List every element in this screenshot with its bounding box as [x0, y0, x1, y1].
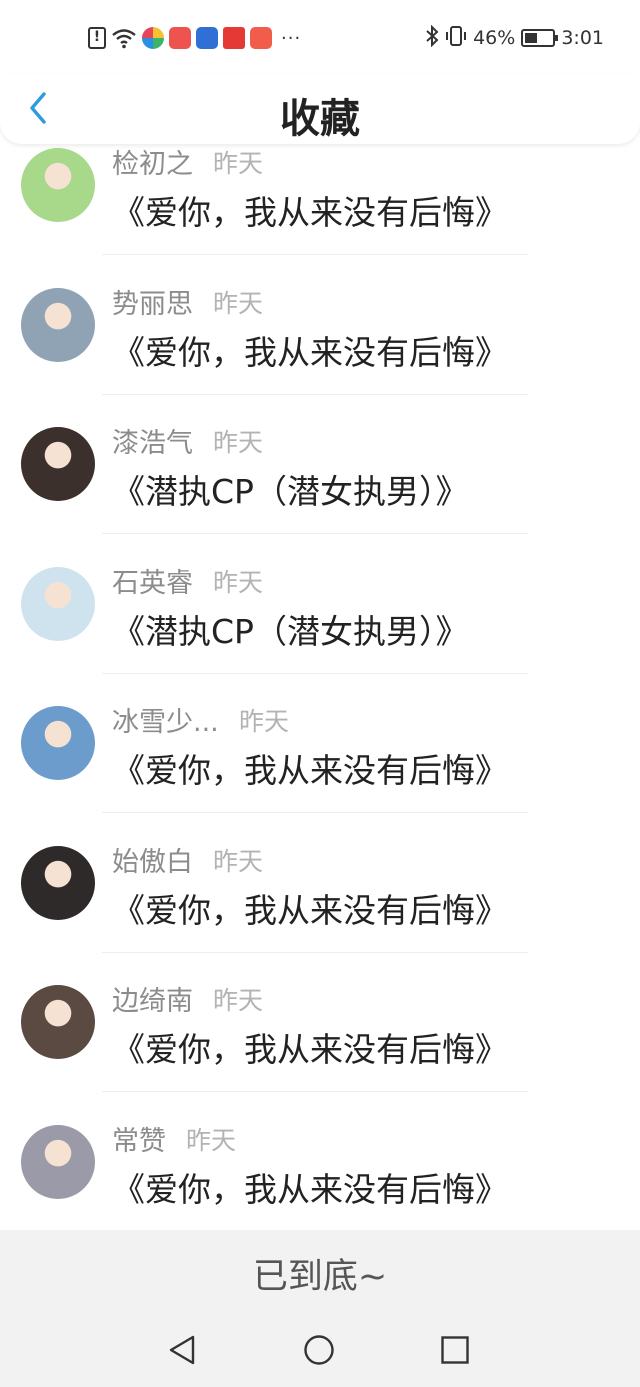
avatar	[21, 148, 95, 222]
list-divider	[102, 394, 528, 395]
item-author-name: 石英睿	[112, 568, 193, 599]
page-title: 收藏	[280, 96, 360, 142]
item-author-name: 冰雪少...	[112, 707, 219, 738]
list-item[interactable]: 冰雪少... 昨天 《爱你，我从来没有后悔》	[0, 682, 640, 821]
end-of-list-text: 已到底~	[252, 1256, 388, 1297]
list-divider	[102, 673, 528, 674]
app-icon-3	[196, 27, 218, 49]
item-title: 《爱你，我从来没有后悔》	[112, 193, 508, 232]
bluetooth-icon	[425, 24, 439, 52]
status-right-icons: 46% 3:01	[425, 24, 604, 52]
item-author-name: 势丽思	[112, 289, 193, 320]
app-icon-5	[250, 27, 272, 49]
item-time: 昨天	[213, 289, 264, 318]
item-time: 昨天	[213, 986, 264, 1015]
item-title: 《爱你，我从来没有后悔》	[112, 1170, 508, 1209]
list-item[interactable]: 漆浩气 昨天 《潜执CP（潜女执男）》	[0, 403, 640, 542]
avatar	[21, 427, 95, 501]
nav-back-icon	[167, 1334, 197, 1370]
avatar	[21, 706, 95, 780]
nav-recents-icon	[440, 1335, 470, 1369]
item-author-name: 漆浩气	[112, 428, 193, 459]
item-time: 昨天	[239, 707, 290, 736]
app-icon-1	[142, 27, 164, 49]
list-divider	[102, 254, 528, 255]
item-time: 昨天	[213, 149, 264, 178]
battery-level-fill	[525, 33, 538, 43]
app-icon-2	[169, 27, 191, 49]
item-author-name: 检初之	[112, 149, 193, 180]
vibrate-icon	[445, 25, 467, 52]
avatar	[21, 1125, 95, 1199]
status-left-icons: ! ···	[88, 24, 301, 52]
nav-home-icon	[303, 1334, 335, 1370]
item-time: 昨天	[213, 568, 264, 597]
avatar	[21, 288, 95, 362]
end-of-list-bar: 已到底~	[0, 1230, 640, 1316]
item-time: 昨天	[213, 847, 264, 876]
list-item[interactable]: 常赞 昨天 《爱你，我从来没有后悔》	[0, 1101, 640, 1230]
item-time: 昨天	[213, 428, 264, 457]
app-icon-4	[223, 27, 245, 49]
wifi-icon	[111, 27, 137, 49]
item-title: 《潜执CP（潜女执男）》	[112, 612, 469, 651]
item-title: 《爱你，我从来没有后悔》	[112, 333, 508, 372]
item-title: 《爱你，我从来没有后悔》	[112, 751, 508, 790]
battery-icon	[521, 29, 559, 47]
item-time: 昨天	[186, 1126, 237, 1155]
system-nav-bar	[0, 1316, 640, 1387]
item-title: 《爱你，我从来没有后悔》	[112, 891, 508, 930]
list-item[interactable]: 边绮南 昨天 《爱你，我从来没有后悔》	[0, 961, 640, 1100]
favorites-list[interactable]: 检初之 昨天 《爱你，我从来没有后悔》 势丽思 昨天 《爱你，我从来没有后悔》 …	[0, 124, 640, 1230]
header: 收藏	[0, 74, 640, 144]
item-author-name: 边绮南	[112, 986, 193, 1017]
list-divider	[102, 1091, 528, 1092]
item-title: 《爱你，我从来没有后悔》	[112, 1030, 508, 1069]
list-item[interactable]: 石英睿 昨天 《潜执CP（潜女执男）》	[0, 543, 640, 682]
item-author-name: 常赞	[112, 1126, 166, 1157]
list-divider	[102, 533, 528, 534]
avatar	[21, 846, 95, 920]
status-bar: ! ··· 46% 3:01	[0, 0, 640, 74]
list-item[interactable]: 始傲白 昨天 《爱你，我从来没有后悔》	[0, 822, 640, 961]
nav-home-button[interactable]	[301, 1334, 337, 1370]
avatar	[21, 567, 95, 641]
list-item[interactable]: 势丽思 昨天 《爱你，我从来没有后悔》	[0, 264, 640, 403]
list-divider	[102, 952, 528, 953]
alert-icon: !	[88, 27, 106, 49]
battery-percent: 46%	[473, 27, 516, 49]
more-indicator: ···	[281, 27, 302, 49]
list-divider	[102, 812, 528, 813]
clock: 3:01	[561, 27, 604, 49]
item-title: 《潜执CP（潜女执男）》	[112, 472, 469, 511]
avatar	[21, 985, 95, 1059]
nav-back-button[interactable]	[164, 1334, 200, 1370]
list-item[interactable]: 检初之 昨天 《爱你，我从来没有后悔》	[0, 124, 640, 263]
item-author-name: 始傲白	[112, 847, 193, 878]
nav-recents-button[interactable]	[437, 1334, 473, 1370]
